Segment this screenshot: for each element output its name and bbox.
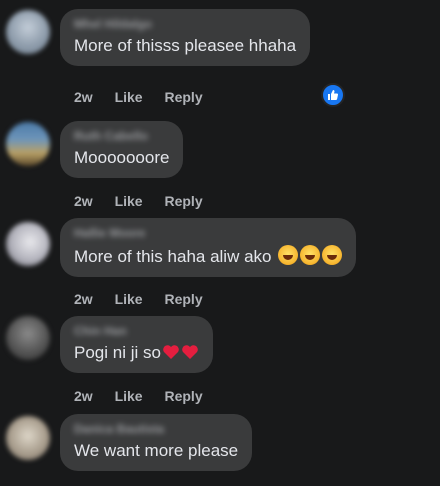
like-button[interactable]: Like: [115, 388, 143, 404]
comment-timestamp[interactable]: 2w: [74, 388, 93, 404]
reply-button[interactable]: Reply: [164, 193, 202, 209]
comment-text-content: More of this haha aliw ako: [74, 247, 277, 266]
comment: Chin Han Pogi ni ji so 2w Like Reply: [0, 314, 440, 412]
comment-actions: 2w Like Reply: [74, 387, 221, 405]
comment-text: Pogi ni ji so: [74, 343, 199, 363]
rolling-on-floor-laughing-emoji: [300, 245, 321, 265]
comment: Mhel Hildalgo More of thisss pleasee hha…: [0, 0, 440, 112]
reply-button[interactable]: Reply: [164, 388, 202, 404]
comment-bubble: Hallie Moore More of this haha aliw ako: [60, 218, 357, 277]
avatar[interactable]: [6, 122, 50, 166]
rolling-on-floor-laughing-emoji: [322, 245, 343, 265]
comment-text: We want more please: [74, 441, 239, 460]
comment-author[interactable]: Mhel Hildalgo: [74, 18, 296, 30]
like-reaction-icon[interactable]: [321, 83, 345, 107]
comment-author[interactable]: Hallie Moore: [74, 227, 342, 239]
reply-button[interactable]: Reply: [164, 291, 202, 307]
comment-author[interactable]: Ruth Cabello: [74, 130, 169, 142]
rolling-on-floor-laughing-emoji: [278, 245, 299, 265]
like-button[interactable]: Like: [115, 89, 143, 105]
avatar[interactable]: [6, 416, 50, 460]
comment-bubble: Ruth Cabello Mooooooore: [60, 121, 184, 178]
comment-author[interactable]: Danica Bautista: [74, 423, 238, 435]
red-heart-emoji: [182, 345, 198, 359]
like-button[interactable]: Like: [115, 193, 143, 209]
like-button[interactable]: Like: [115, 291, 143, 307]
comment-text: Mooooooore: [74, 148, 170, 167]
comment-bubble: Danica Bautista We want more please: [60, 414, 253, 471]
comment-text: More of thisss pleasee hhaha: [74, 36, 297, 55]
red-heart-emoji: [163, 345, 179, 359]
comment-author[interactable]: Chin Han: [74, 325, 199, 337]
comment-actions: 2w Like Reply: [74, 192, 221, 210]
comment-bubble: Chin Han Pogi ni ji so: [60, 316, 213, 373]
avatar[interactable]: [6, 316, 50, 360]
comment-timestamp[interactable]: 2w: [74, 89, 93, 105]
comment-actions: 2w Like Reply: [74, 290, 221, 308]
reply-button[interactable]: Reply: [164, 89, 202, 105]
comment-timestamp[interactable]: 2w: [74, 291, 93, 307]
comment: Danica Bautista We want more please: [0, 412, 440, 486]
comment-bubble: Mhel Hildalgo More of thisss pleasee hha…: [60, 9, 311, 66]
comment: Ruth Cabello Mooooooore 2w Like Reply: [0, 112, 440, 216]
comment-thread: Mhel Hildalgo More of thisss pleasee hha…: [0, 0, 440, 486]
comment-actions: 2w Like Reply: [74, 88, 221, 106]
comment: Hallie Moore More of this haha aliw ako …: [0, 216, 440, 314]
comment-timestamp[interactable]: 2w: [74, 193, 93, 209]
avatar[interactable]: [6, 10, 50, 54]
comment-text: More of this haha aliw ako: [74, 245, 343, 267]
comment-text-content: Pogi ni ji so: [74, 343, 161, 362]
avatar[interactable]: [6, 222, 50, 266]
